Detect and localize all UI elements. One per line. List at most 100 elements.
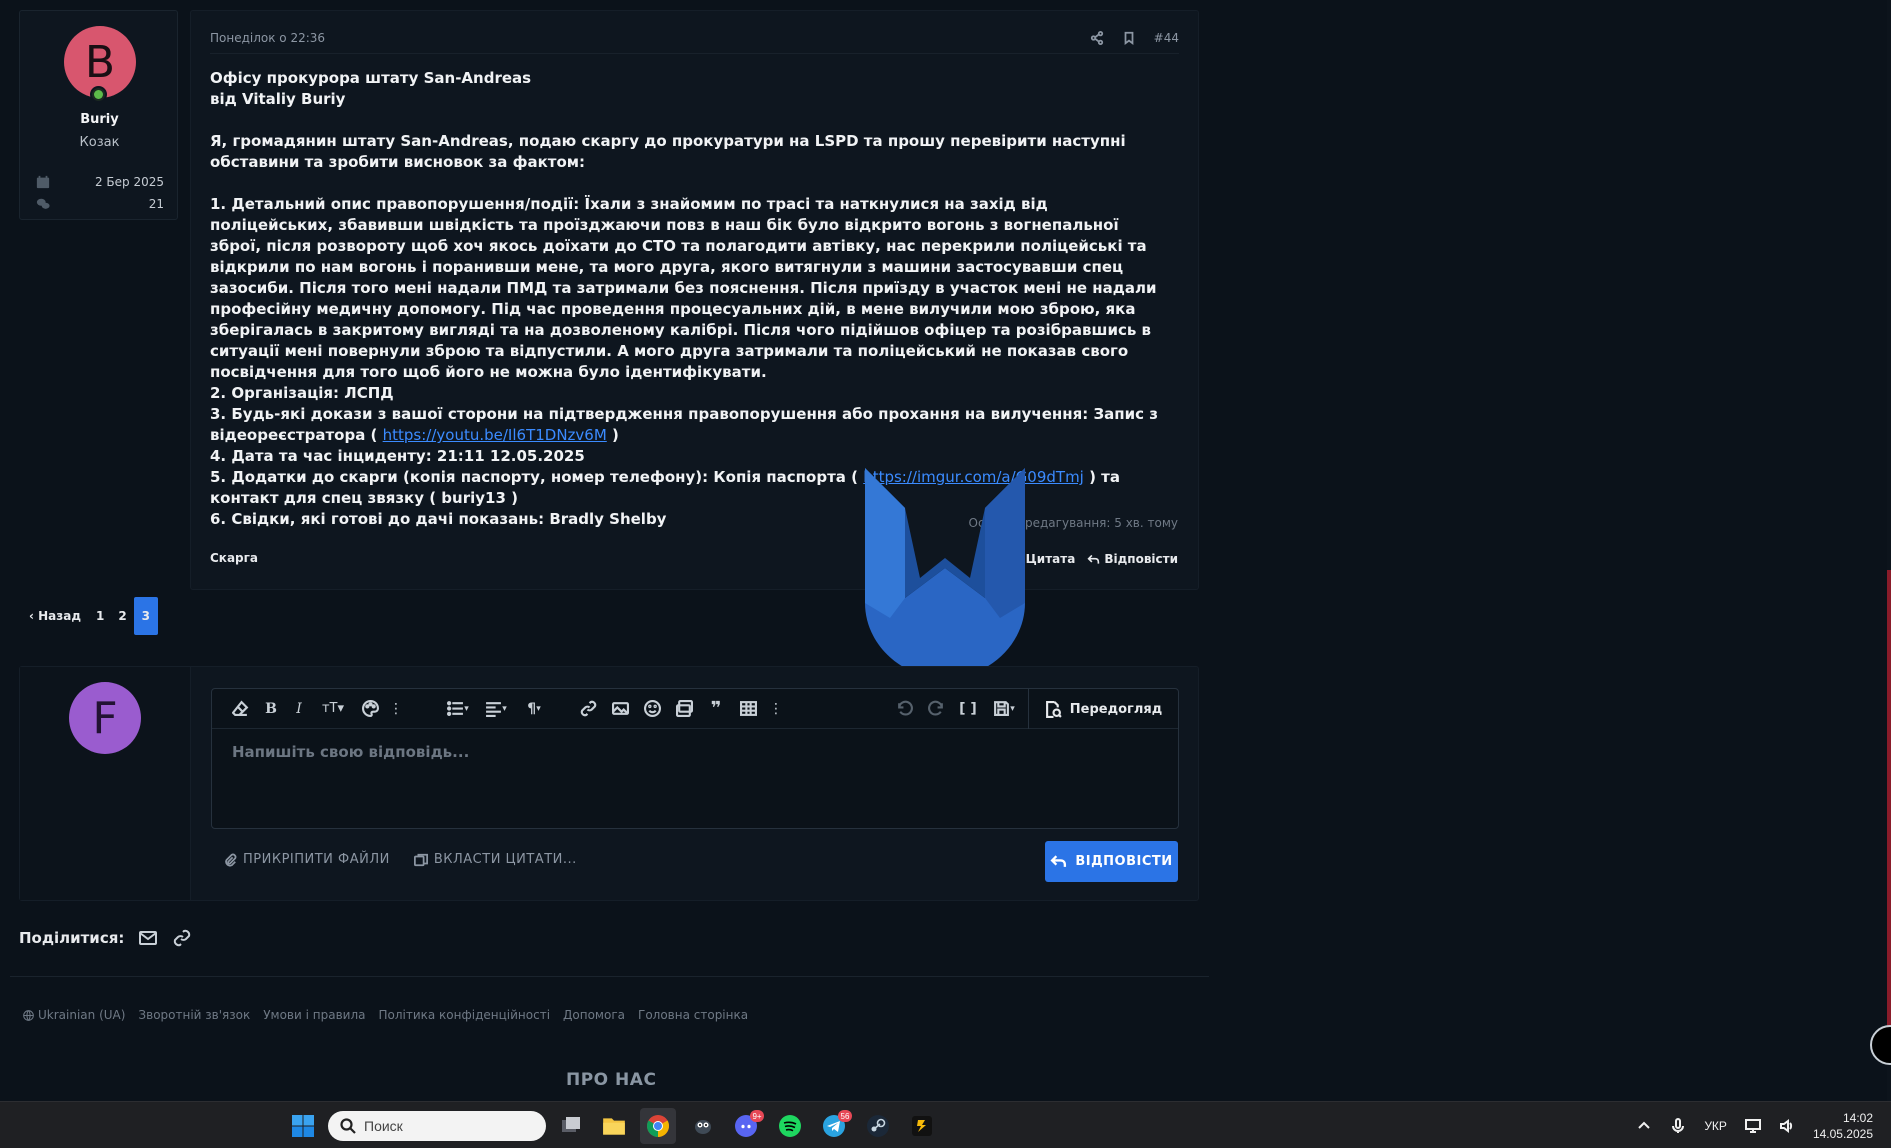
online-status-icon <box>90 86 107 103</box>
footer-link-privacy[interactable]: Політика конфіденційності <box>378 1008 550 1022</box>
more-text-button[interactable]: ⋮ <box>388 693 404 725</box>
telegram-button[interactable]: 56 <box>816 1108 852 1144</box>
spotify-icon <box>779 1115 801 1137</box>
spotify-button[interactable] <box>772 1108 808 1144</box>
reply-label: Відповісти <box>1104 552 1178 566</box>
gallery-icon <box>675 700 693 717</box>
page-link[interactable]: 1 <box>89 597 111 635</box>
folder-icon <box>603 1118 625 1135</box>
attach-files-label: ПРИКРІПИТИ ФАЙЛИ <box>243 852 390 867</box>
post-user-cell: B Buriy Козак 2 Бер 2025 21 <box>19 10 178 220</box>
media-button[interactable] <box>672 693 696 725</box>
clock-time: 14:02 <box>1842 1110 1873 1125</box>
steam-icon <box>867 1115 889 1137</box>
font-size-button[interactable]: тT▾ <box>316 693 350 725</box>
table-button[interactable] <box>736 693 760 725</box>
more-insert-button[interactable]: ⋮ <box>768 693 784 725</box>
app-button[interactable] <box>685 1108 721 1144</box>
post-message-cell: Понеділок о 22:36 #44 Офісу прокурора шт… <box>190 10 1199 590</box>
paragraph-button[interactable]: ¶ ▾ <box>518 693 550 725</box>
reply-user-cell: F <box>20 667 191 900</box>
discord-button[interactable]: 9+ <box>728 1108 764 1144</box>
language-indicator[interactable]: УКР <box>1704 1119 1727 1133</box>
chrome-icon <box>647 1115 669 1137</box>
chrome-button[interactable] <box>640 1108 676 1144</box>
scrollbar-thumb[interactable] <box>1887 570 1891 1040</box>
footer-link-home[interactable]: Головна сторінка <box>638 1008 748 1022</box>
page-link-current[interactable]: 3 <box>133 597 158 635</box>
post-number[interactable]: #44 <box>1154 31 1179 45</box>
link-button[interactable] <box>576 693 600 725</box>
editor-toolbar: B I тT▾ ⋮ ▾ ▾ ¶ ▾ ❞ ⋮ [ ] ▾ Передогляд <box>212 689 1178 729</box>
system-tray: УКР 14:02 14.05.2025 <box>1636 1102 1873 1148</box>
pagination-prev[interactable]: ‹ Назад <box>23 597 89 635</box>
bold-button[interactable]: B <box>260 693 282 725</box>
post-body: Офісу прокурора штату San-Andreas від Vi… <box>210 68 1170 530</box>
game-launcher-button[interactable] <box>904 1108 940 1144</box>
insert-quotes-button[interactable]: ВКЛАСТИ ЦИТАТИ... <box>413 852 577 867</box>
emoji-button[interactable] <box>640 693 664 725</box>
scrollbar[interactable] <box>1887 0 1891 1101</box>
bookmark-icon[interactable] <box>1122 31 1136 45</box>
prev-label: Назад <box>38 609 82 623</box>
reply-link-button[interactable]: Відповісти <box>1087 552 1178 566</box>
language-chooser[interactable]: Ukrainian (UA) <box>23 1008 125 1022</box>
page-content: B Buriy Козак 2 Бер 2025 21 Понеділок о … <box>0 0 1891 1101</box>
palette-icon <box>361 700 379 717</box>
network-icon[interactable] <box>1744 1118 1761 1134</box>
footer-link-help[interactable]: Допомога <box>563 1008 625 1022</box>
submit-reply-button[interactable]: ВІДПОВІСТИ <box>1045 841 1178 882</box>
taskbar-search[interactable]: Поиск <box>328 1111 546 1141</box>
clear-format-button[interactable] <box>226 693 254 725</box>
redo-button[interactable] <box>924 693 948 725</box>
volume-icon[interactable] <box>1779 1118 1795 1134</box>
watermark-logo <box>865 468 1025 678</box>
clock[interactable]: 14:02 14.05.2025 <box>1813 1110 1873 1142</box>
user-title: Козак <box>79 135 120 150</box>
submit-reply-label: ВІДПОВІСТИ <box>1075 854 1173 869</box>
post-line: від Vitaliy Buriy <box>210 90 346 108</box>
joined-date: 2 Бер 2025 <box>94 175 164 189</box>
sidebar-toggle-button[interactable] <box>1870 1025 1891 1065</box>
post-line: 3. Будь-які докази з вашої сторони на пі… <box>210 404 1170 446</box>
rich-text-editor: B I тT▾ ⋮ ▾ ▾ ¶ ▾ ❞ ⋮ [ ] ▾ Передогляд Н… <box>211 688 1179 829</box>
microphone-icon[interactable] <box>1670 1117 1686 1134</box>
attach-row: ПРИКРІПИТИ ФАЙЛИ ВКЛАСТИ ЦИТАТИ... <box>223 852 577 867</box>
steam-button[interactable] <box>860 1108 896 1144</box>
share-icon[interactable] <box>1090 31 1104 45</box>
message-count: 21 <box>148 197 164 211</box>
multi-quote-icon <box>413 853 428 866</box>
link-icon[interactable] <box>172 928 192 948</box>
preview-button[interactable]: Передогляд <box>1028 689 1178 729</box>
list-button[interactable]: ▾ <box>442 693 474 725</box>
video-link[interactable]: https://youtu.be/Il6T1DNzv6M <box>383 426 607 444</box>
avatar[interactable]: F <box>69 682 141 754</box>
footer-links: Ukrainian (UA) Зворотній зв'язок Умови і… <box>23 1008 748 1022</box>
task-view-button[interactable] <box>553 1108 589 1144</box>
chevron-up-icon[interactable] <box>1636 1118 1652 1134</box>
footer-link-contact[interactable]: Зворотній зв'язок <box>138 1008 250 1022</box>
align-button[interactable]: ▾ <box>480 693 512 725</box>
username[interactable]: Buriy <box>20 112 179 127</box>
italic-button[interactable]: I <box>288 693 310 725</box>
search-placeholder: Поиск <box>364 1118 403 1134</box>
footer-link-terms[interactable]: Умови і правила <box>263 1008 365 1022</box>
quick-reply: F B I тT▾ ⋮ ▾ ▾ ¶ ▾ ❞ ⋮ [] ▾ Передогляд… <box>19 666 1199 901</box>
bbcode-button[interactable]: [ ] <box>956 693 980 725</box>
quote-insert-button[interactable]: ❞ <box>704 693 728 725</box>
email-icon[interactable] <box>138 928 158 948</box>
start-button[interactable] <box>285 1108 321 1144</box>
preview-icon <box>1045 700 1062 718</box>
color-button[interactable] <box>358 693 382 725</box>
image-button[interactable] <box>608 693 632 725</box>
about-heading: ПРО НАС <box>566 1070 657 1090</box>
page-link[interactable]: 2 <box>111 597 133 635</box>
post-date[interactable]: Понеділок о 22:36 <box>210 31 325 45</box>
file-explorer-button[interactable] <box>596 1108 632 1144</box>
attach-files-button[interactable]: ПРИКРІПИТИ ФАЙЛИ <box>223 852 390 867</box>
reply-textarea[interactable]: Напишіть свою відповідь... <box>232 743 469 761</box>
save-icon <box>994 701 1010 716</box>
undo-button[interactable] <box>892 693 916 725</box>
drafts-button[interactable]: ▾ <box>988 693 1020 725</box>
report-link[interactable]: Скарга <box>210 551 258 565</box>
